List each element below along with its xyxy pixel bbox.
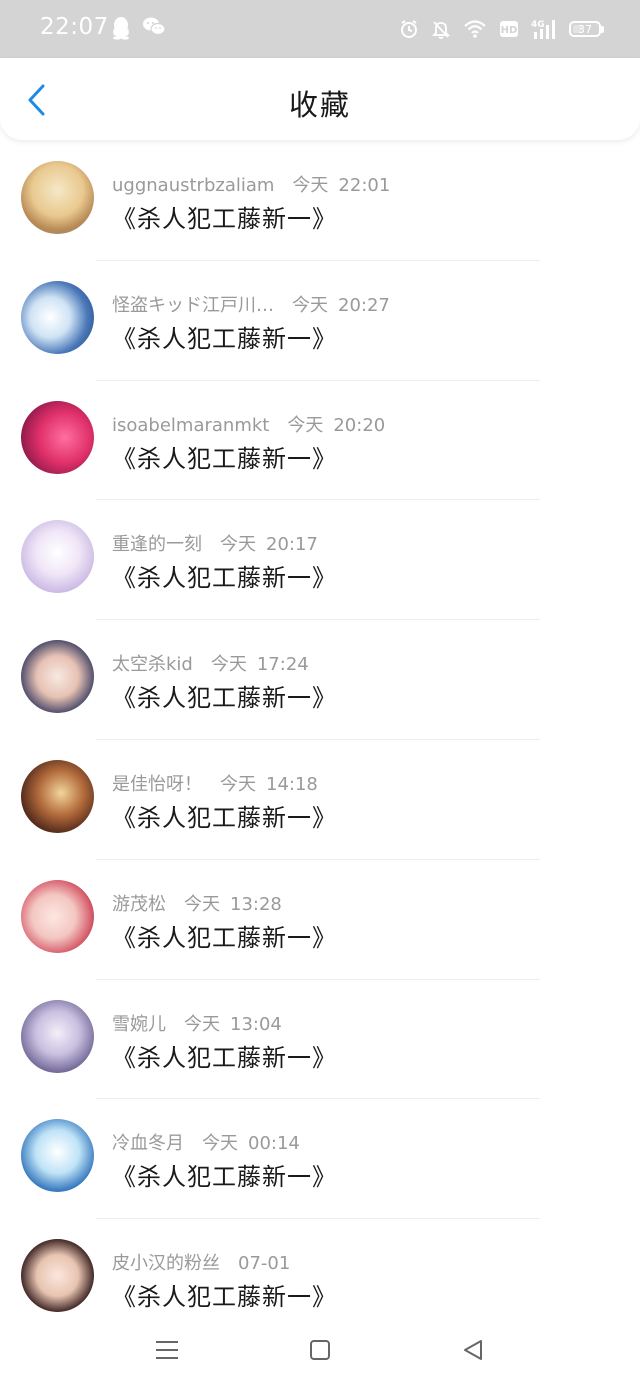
- qq-icon: [110, 16, 132, 40]
- wechat-icon: [142, 16, 166, 38]
- item-meta: 雪婉儿 今天 13:04: [112, 1010, 282, 1036]
- item-meta: uggnaustrbzaliam 今天 22:01: [112, 171, 390, 197]
- item-meta: 太空杀kid 今天 17:24: [112, 650, 309, 676]
- username[interactable]: 怪盗キッド江戸川…: [112, 295, 274, 316]
- item-title[interactable]: 《杀人犯工藤新一》: [112, 1157, 337, 1192]
- item-time: 00:14: [248, 1133, 300, 1155]
- avatar[interactable]: [21, 999, 94, 1073]
- header-bar: 收藏: [0, 58, 640, 140]
- item-time: 20:27: [338, 294, 390, 316]
- item-date: 今天: [220, 534, 256, 556]
- menu-button[interactable]: [147, 1332, 187, 1368]
- back-triangle-icon: [464, 1340, 482, 1360]
- item-date: 今天: [292, 294, 328, 316]
- username[interactable]: 游茂松: [112, 894, 166, 915]
- username[interactable]: isoabelmaranmkt: [112, 415, 269, 436]
- username[interactable]: 太空杀kid: [112, 654, 193, 675]
- menu-icon: [156, 1341, 178, 1359]
- item-date: 今天: [202, 1133, 238, 1155]
- item-date: 今天: [287, 414, 324, 436]
- item-title[interactable]: 《杀人犯工藤新一》: [112, 678, 337, 713]
- favorite-item[interactable]: 太空杀kid 今天 17:24 《杀人犯工藤新一》: [0, 620, 640, 740]
- item-title[interactable]: 《杀人犯工藤新一》: [112, 439, 337, 474]
- battery-text: 37: [578, 22, 592, 36]
- item-title[interactable]: 《杀人犯工藤新一》: [112, 199, 337, 234]
- item-time: 07-01: [238, 1253, 291, 1275]
- item-meta: 皮小汉的粉丝 07-01: [112, 1249, 290, 1275]
- item-time: 17:24: [256, 654, 309, 676]
- username[interactable]: 冷血冬月: [112, 1133, 184, 1154]
- username[interactable]: 重逢的一刻: [112, 534, 202, 555]
- item-title[interactable]: 《杀人犯工藤新一》: [112, 1038, 337, 1073]
- item-date: 今天: [292, 175, 329, 196]
- item-meta: isoabelmaranmkt 今天 20:20: [112, 411, 385, 437]
- favorites-list: uggnaustrbzaliam 今天 22:01 《杀人犯工藤新一》 怪盗キッド江戸川…: [0, 141, 640, 1339]
- alarm-icon: [399, 19, 419, 39]
- svg-text:4G: 4G: [531, 20, 545, 30]
- favorite-item[interactable]: 游茂松 今天 13:28 《杀人犯工藤新一》: [0, 860, 640, 980]
- avatar[interactable]: [21, 400, 94, 474]
- avatar[interactable]: [21, 879, 94, 953]
- username[interactable]: uggnaustrbzaliam: [112, 175, 274, 196]
- svg-text:HD: HD: [501, 25, 518, 36]
- system-back-button[interactable]: [453, 1332, 493, 1368]
- home-icon: [310, 1340, 330, 1360]
- favorite-item[interactable]: 重逢的一刻 今天 20:17 《杀人犯工藤新一》: [0, 500, 640, 621]
- avatar[interactable]: [21, 280, 94, 354]
- item-meta: 怪盗キッド江戸川… 今天 20:27: [112, 291, 390, 317]
- item-time: 13:04: [230, 1013, 282, 1035]
- avatar[interactable]: [21, 640, 94, 714]
- username[interactable]: 雪婉儿: [112, 1014, 166, 1035]
- item-time: 20:17: [266, 534, 318, 556]
- avatar[interactable]: [21, 161, 94, 234]
- username[interactable]: 皮小汉的粉丝: [112, 1253, 220, 1274]
- item-time: 20:20: [333, 414, 386, 436]
- item-meta: 是佳怡呀！ 今天 14:18: [112, 770, 318, 796]
- item-time: 22:01: [338, 175, 391, 196]
- favorite-item[interactable]: 是佳怡呀！ 今天 14:18 《杀人犯工藤新一》: [0, 740, 640, 860]
- item-meta: 冷血冬月 今天 00:14: [112, 1129, 300, 1155]
- item-title[interactable]: 《杀人犯工藤新一》: [112, 798, 337, 833]
- mute-icon: [431, 19, 451, 39]
- avatar[interactable]: [21, 520, 94, 594]
- hd-icon: HD: [499, 20, 519, 38]
- status-indicators: HD 4G 37: [399, 14, 604, 44]
- item-meta: 游茂松 今天 13:28: [112, 890, 282, 916]
- item-meta: 重逢的一刻 今天 20:17: [112, 530, 318, 556]
- home-button[interactable]: [300, 1332, 340, 1368]
- avatar[interactable]: [21, 759, 94, 833]
- item-date: 今天: [220, 773, 256, 795]
- status-bar: 22:07 HD 4G 37: [0, 0, 640, 58]
- favorite-item[interactable]: 怪盗キッド江戸川… 今天 20:27 《杀人犯工藤新一》: [0, 261, 640, 381]
- item-date: 今天: [184, 1013, 220, 1035]
- status-time: 22:07: [40, 14, 109, 40]
- item-date: 今天: [184, 893, 220, 915]
- avatar[interactable]: [21, 1239, 94, 1313]
- navigation-bar: [0, 1312, 640, 1387]
- favorite-item[interactable]: isoabelmaranmkt 今天 20:20 《杀人犯工藤新一》: [0, 381, 640, 501]
- page-title: 收藏: [288, 88, 351, 122]
- avatar[interactable]: [21, 1119, 94, 1193]
- favorite-item[interactable]: uggnaustrbzaliam 今天 22:01 《杀人犯工藤新一》: [0, 141, 640, 261]
- item-time: 13:28: [230, 893, 282, 915]
- item-time: 14:18: [266, 773, 318, 795]
- signal-4g-icon: 4G: [531, 18, 557, 40]
- item-date: 今天: [210, 654, 247, 676]
- battery-icon: 37: [569, 21, 601, 37]
- battery-indicator: 37: [569, 21, 604, 37]
- item-title[interactable]: 《杀人犯工藤新一》: [112, 319, 337, 354]
- item-title[interactable]: 《杀人犯工藤新一》: [112, 918, 337, 953]
- favorite-item[interactable]: 冷血冬月 今天 00:14 《杀人犯工藤新一》: [0, 1099, 640, 1220]
- item-title[interactable]: 《杀人犯工藤新一》: [112, 1277, 337, 1312]
- wifi-icon: [463, 19, 487, 39]
- username[interactable]: 是佳怡呀！: [112, 774, 202, 795]
- item-title[interactable]: 《杀人犯工藤新一》: [112, 558, 337, 593]
- favorite-item[interactable]: 雪婉儿 今天 13:04 《杀人犯工藤新一》: [0, 980, 640, 1100]
